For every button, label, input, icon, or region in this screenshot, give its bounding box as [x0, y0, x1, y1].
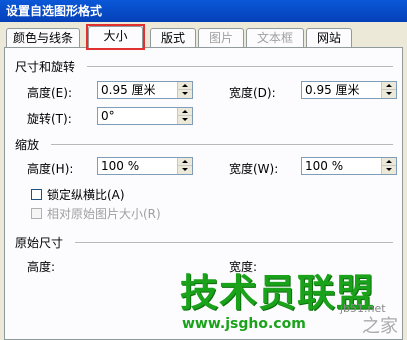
- chevron-up-icon: [182, 110, 188, 113]
- spin-down-button[interactable]: [178, 116, 192, 124]
- width-spin-arrows[interactable]: [381, 82, 396, 98]
- scale-height-spinbox[interactable]: 100 %: [97, 157, 193, 175]
- rotate-label: 旋转(T):: [27, 112, 72, 126]
- spin-up-button[interactable]: [178, 158, 192, 166]
- spin-up-button[interactable]: [382, 158, 396, 166]
- scale-height-label: 高度(H):: [27, 162, 74, 176]
- chevron-up-icon: [182, 160, 188, 163]
- lock-aspect-checkbox[interactable]: [31, 189, 42, 200]
- relative-size-label: 相对原始图片大小(R): [47, 207, 161, 221]
- scale-width-spin-arrows[interactable]: [381, 158, 396, 174]
- tab-web[interactable]: 网站: [306, 28, 352, 47]
- spin-up-button[interactable]: [178, 82, 192, 90]
- relative-size-checkbox[interactable]: [31, 208, 42, 219]
- chevron-up-icon: [182, 84, 188, 87]
- window-title: 设置自选图形格式: [0, 0, 407, 22]
- spin-down-button[interactable]: [382, 166, 396, 174]
- spin-down-button[interactable]: [382, 90, 396, 98]
- chevron-down-icon: [182, 92, 188, 95]
- section-original-heading: 原始尺寸: [15, 236, 64, 250]
- spin-up-button[interactable]: [178, 108, 192, 116]
- rotate-spinbox[interactable]: 0°: [97, 107, 193, 125]
- height-spin-arrows[interactable]: [177, 82, 192, 98]
- scale-width-label: 宽度(W):: [229, 162, 279, 176]
- tab-size-highlight: [86, 24, 145, 50]
- height-spinbox[interactable]: 0.95 厘米: [97, 81, 193, 99]
- chevron-down-icon: [182, 118, 188, 121]
- width-spinbox[interactable]: 0.95 厘米: [301, 81, 397, 99]
- rotate-spin-arrows[interactable]: [177, 108, 192, 124]
- chevron-down-icon: [386, 92, 392, 95]
- original-height-label: 高度:: [27, 260, 56, 274]
- tab-layout[interactable]: 版式: [150, 28, 196, 47]
- spin-down-button[interactable]: [178, 166, 192, 174]
- chevron-up-icon: [386, 160, 392, 163]
- watermark-url: www.jsgho.com: [182, 316, 306, 332]
- spin-up-button[interactable]: [382, 82, 396, 90]
- section-scale-heading: 缩放: [15, 138, 40, 152]
- scale-height-spin-arrows[interactable]: [177, 158, 192, 174]
- spin-down-button[interactable]: [178, 90, 192, 98]
- scale-height-value[interactable]: 100 %: [101, 159, 139, 174]
- tab-textbox[interactable]: 文本框: [246, 28, 304, 47]
- section-divider: [51, 144, 393, 146]
- watermark-zhijia: 之家: [362, 316, 398, 337]
- scale-width-value[interactable]: 100 %: [305, 159, 343, 174]
- height-label: 高度(E):: [27, 86, 72, 100]
- chevron-down-icon: [182, 168, 188, 171]
- section-divider: [87, 66, 393, 68]
- width-label: 宽度(D):: [229, 86, 276, 100]
- rotate-value[interactable]: 0°: [101, 109, 115, 124]
- scale-width-spinbox[interactable]: 100 %: [301, 157, 397, 175]
- lock-aspect-label[interactable]: 锁定纵横比(A): [47, 186, 125, 203]
- chevron-up-icon: [386, 84, 392, 87]
- chevron-down-icon: [386, 168, 392, 171]
- section-divider: [75, 242, 393, 244]
- height-value[interactable]: 0.95 厘米: [101, 83, 156, 98]
- tab-color-line[interactable]: 颜色与线条: [6, 28, 80, 47]
- width-value[interactable]: 0.95 厘米: [305, 83, 360, 98]
- section-size-rotate-heading: 尺寸和旋转: [15, 60, 76, 74]
- tab-picture[interactable]: 图片: [198, 28, 244, 47]
